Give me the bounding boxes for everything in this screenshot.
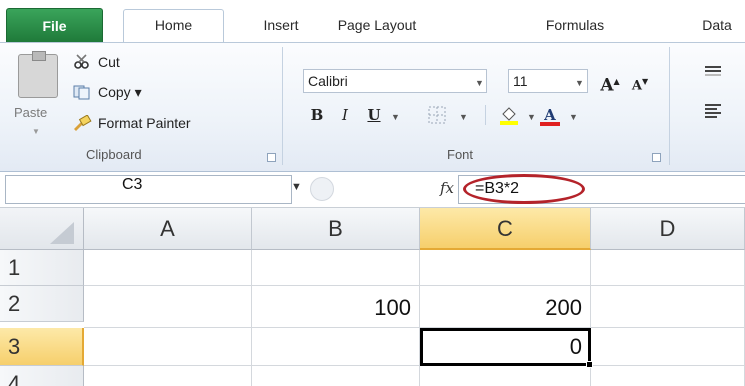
borders-icon: [428, 106, 446, 124]
select-all-icon: [50, 222, 74, 244]
grow-font-icon: A: [600, 75, 614, 96]
clipboard-group-label: Clipboard: [86, 147, 142, 162]
chevron-down-icon[interactable]: ▼: [527, 112, 536, 122]
chevron-down-icon[interactable]: ▼: [475, 78, 484, 88]
tab-home[interactable]: Home: [123, 9, 224, 43]
cell-b1[interactable]: [252, 250, 420, 286]
align-left-button[interactable]: [700, 103, 726, 127]
chevron-down-icon[interactable]: ▼: [291, 181, 302, 193]
bold-button[interactable]: B: [305, 103, 329, 127]
active-cell-border: [420, 328, 591, 366]
copy-button[interactable]: Copy ▾: [72, 81, 142, 103]
cell-a3[interactable]: [84, 328, 252, 366]
chevron-down-icon[interactable]: ▼: [391, 112, 400, 122]
column-header-b[interactable]: B: [252, 208, 420, 250]
cell-c4[interactable]: [420, 366, 591, 386]
group-divider: [669, 47, 670, 165]
align-top-icon: [705, 66, 721, 76]
format-painter-button[interactable]: Format Painter: [72, 112, 191, 134]
formula-bar: C3 ▼ fx =B3*2: [0, 172, 745, 208]
font-color-button[interactable]: A: [537, 103, 563, 127]
font-size-value: 11: [513, 73, 528, 89]
cell-d1[interactable]: [591, 250, 745, 286]
font-group-label: Font: [447, 147, 474, 162]
row-header-4[interactable]: 4: [0, 366, 84, 386]
bold-icon: B: [310, 106, 324, 124]
format-painter-label: Format Painter: [98, 115, 191, 131]
tab-insert[interactable]: Insert: [248, 10, 314, 43]
cut-button[interactable]: Cut: [72, 51, 120, 73]
italic-button[interactable]: I: [333, 103, 357, 127]
worksheet-grid: A B C D 1 2 3 4 100 200 0: [0, 208, 745, 386]
annotation-circle: [463, 174, 585, 204]
font-name-value: Calibri: [308, 73, 348, 89]
paste-button[interactable]: Paste ▼: [12, 51, 66, 140]
ribbon-home: Paste ▼ Cut Copy ▾ Format Painter Clipbo…: [0, 43, 745, 172]
fill-handle[interactable]: [586, 361, 593, 368]
select-all-button[interactable]: [0, 208, 84, 250]
font-color-bar: [540, 122, 560, 126]
row-header-1[interactable]: 1: [0, 250, 84, 286]
paste-label: Paste: [14, 105, 48, 120]
cell-b4[interactable]: [252, 366, 420, 386]
align-left-icon: [705, 104, 721, 118]
copy-icon: [72, 84, 92, 100]
column-header-a[interactable]: A: [84, 208, 252, 250]
cell-c1[interactable]: [420, 250, 591, 286]
insert-function-icon[interactable]: fx: [440, 179, 454, 197]
borders-button[interactable]: [424, 103, 450, 127]
scissors-icon: [72, 54, 92, 70]
chevron-down-icon[interactable]: ▼: [459, 112, 468, 122]
cell-c2[interactable]: 200: [420, 286, 591, 328]
cell-d4[interactable]: [591, 366, 745, 386]
row-header-2[interactable]: 2: [0, 286, 84, 322]
cell-a2[interactable]: [84, 286, 252, 328]
underline-icon: U: [367, 106, 381, 124]
row-header-3[interactable]: 3: [0, 328, 84, 366]
chevron-down-icon[interactable]: ▼: [569, 112, 578, 122]
cell-a4[interactable]: [84, 366, 252, 386]
tab-file[interactable]: File: [6, 8, 103, 42]
paint-bucket-icon: [500, 107, 518, 125]
name-box[interactable]: [5, 175, 292, 204]
group-divider: [282, 47, 283, 165]
italic-icon: I: [342, 106, 348, 124]
cut-label: Cut: [98, 54, 120, 70]
button-divider: [485, 105, 486, 125]
cell-d3[interactable]: [591, 328, 745, 366]
ribbon-tab-bar: File Home Insert Page Layout Formulas Da…: [0, 0, 745, 43]
cell-d2[interactable]: [591, 286, 745, 328]
font-name-select[interactable]: Calibri: [303, 69, 487, 93]
column-header-d[interactable]: D: [591, 208, 745, 250]
copy-label: Copy ▾: [98, 83, 142, 100]
cell-b2[interactable]: 100: [252, 286, 420, 328]
cell-b3[interactable]: [252, 328, 420, 366]
name-box-value: C3: [122, 176, 143, 193]
grow-font-button[interactable]: A▲: [597, 69, 623, 96]
tab-formulas[interactable]: Formulas: [533, 10, 617, 43]
clipboard-dialog-launcher-icon[interactable]: [267, 153, 276, 162]
font-dialog-launcher-icon[interactable]: [652, 153, 661, 162]
formula-bar-resize-icon[interactable]: [310, 177, 334, 201]
chevron-down-icon[interactable]: ▼: [575, 78, 584, 88]
align-top-button[interactable]: [700, 63, 726, 87]
cell-a1[interactable]: [84, 250, 252, 286]
chevron-down-icon[interactable]: ▼: [32, 127, 40, 136]
shrink-font-icon: A: [631, 78, 642, 94]
column-header-c[interactable]: C: [420, 208, 591, 250]
underline-button[interactable]: U: [362, 103, 386, 127]
paintbrush-icon: [72, 114, 92, 131]
tab-page-layout[interactable]: Page Layout: [328, 10, 426, 43]
fill-color-button[interactable]: [496, 103, 522, 127]
tab-data[interactable]: Data: [692, 10, 742, 43]
shrink-font-button[interactable]: A▼: [627, 69, 653, 93]
clipboard-icon: [18, 51, 58, 98]
